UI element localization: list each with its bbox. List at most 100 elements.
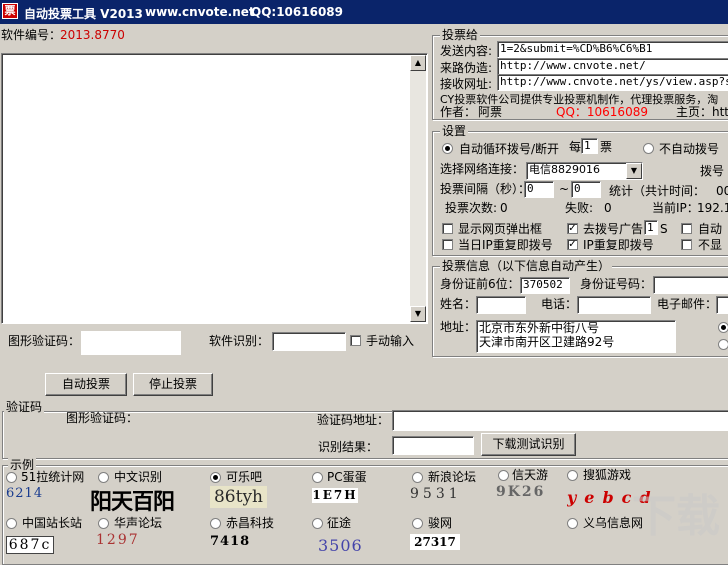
chevron-down-icon[interactable]: ▼	[626, 163, 642, 179]
address-line-2: 天津市南开区卫建路92号	[479, 335, 615, 349]
phone-input[interactable]	[577, 296, 651, 314]
log-textarea[interactable]: ▲ ▼	[1, 53, 428, 324]
example-radio-junwang[interactable]	[412, 518, 423, 529]
scroll-down-icon[interactable]: ▼	[410, 306, 426, 322]
interval-label: 投票间隔（秒）：	[440, 182, 531, 196]
title-bar: 票 自动投票工具 V2013 www.cnvote.net QQ:1061608…	[0, 0, 728, 24]
example-captcha-keleba: 86tyh	[210, 486, 267, 508]
id-first6-input[interactable]: 370502	[520, 277, 570, 294]
manual-input-checkbox[interactable]	[350, 335, 361, 346]
no-right-checkbox[interactable]	[681, 239, 692, 250]
show-popup-checkbox[interactable]	[442, 223, 453, 234]
captcha-result-label: 识别结果：	[318, 440, 379, 454]
network-select[interactable]: 电信8829016 ▼	[526, 162, 643, 180]
example-radio-51la[interactable]	[6, 472, 17, 483]
email-input[interactable]	[716, 296, 728, 314]
interval-from-input[interactable]: 0	[524, 181, 554, 198]
example-label-chichang: 赤昌科技	[226, 516, 275, 530]
id-number-label: 身份证号码：	[580, 277, 653, 291]
example-radio-chinaz[interactable]	[6, 518, 17, 529]
network-label: 选择网络连接：	[440, 162, 525, 176]
ip-repeat-checkbox[interactable]: ✓	[567, 239, 578, 250]
image-captcha-label: 图形验证码：	[8, 334, 81, 348]
same-day-ip-checkbox[interactable]	[442, 239, 453, 250]
address-line-1: 北京市东外新中街八号	[479, 321, 600, 335]
homepage-label: 主页：	[676, 105, 713, 119]
author-label: 作者：	[440, 105, 477, 119]
download-test-button[interactable]: 下载测试识别	[481, 433, 576, 456]
software-recog-label: 软件识别：	[209, 334, 270, 348]
current-ip-value: 192.1	[697, 201, 728, 215]
network-select-value: 电信8829016	[529, 163, 600, 176]
name-input[interactable]	[476, 296, 526, 314]
ads-seconds-input[interactable]: 1	[644, 220, 658, 235]
example-radio-pcdandan[interactable]	[312, 472, 323, 483]
dial-label: 拨号	[700, 164, 725, 178]
auto-right-label: 自动	[698, 222, 723, 236]
captcha-image	[81, 331, 181, 355]
example-radio-chinese[interactable]	[98, 472, 109, 483]
example-radio-yiwu[interactable]	[567, 518, 578, 529]
example-label-junwang: 骏网	[428, 516, 453, 530]
address-label: 地址：	[440, 320, 477, 334]
interval-tilde: ~	[559, 182, 570, 196]
example-radio-chichang[interactable]	[210, 518, 221, 529]
example-radio-zhengtu[interactable]	[312, 518, 323, 529]
manual-input-label: 手动输入	[366, 334, 415, 348]
example-captcha-zhengtu: 3506	[318, 536, 363, 555]
captcha-result-input[interactable]	[392, 436, 474, 455]
auto-vote-button[interactable]: 自动投票	[45, 373, 127, 396]
example-radio-keleba[interactable]	[210, 472, 221, 483]
example-captcha-pcdandan: 1E7H	[312, 488, 358, 503]
log-scrollbar[interactable]: ▲ ▼	[410, 55, 426, 322]
vote-count-value: 0	[500, 201, 508, 215]
example-captcha-huasheng: 1297	[96, 532, 140, 548]
send-content-input[interactable]: 1=2&submit=%CD%B6%C6%B1	[497, 41, 728, 58]
ip-repeat-label: IP重复即拨号	[583, 238, 654, 252]
example-label-chinese: 中文识别	[114, 470, 163, 484]
id-number-input[interactable]	[653, 276, 728, 294]
no-auto-dial-label: 不自动拨号	[659, 142, 720, 156]
interval-to-input[interactable]: 0	[571, 181, 601, 198]
example-label-xintianyou: 信天游	[512, 468, 549, 482]
vote-target-title: 投票给	[440, 28, 481, 42]
auto-dial-radio[interactable]	[442, 143, 453, 154]
example-radio-sohu[interactable]	[567, 470, 578, 481]
votes-unit-label: 票	[600, 140, 613, 154]
address-radio-2[interactable]	[718, 339, 728, 350]
referer-input[interactable]: http://www.cnvote.net/	[497, 58, 728, 75]
every-input[interactable]: 1	[581, 138, 598, 154]
example-label-pcdandan: PC蛋蛋	[327, 470, 367, 484]
settings-title: 设置	[440, 124, 469, 138]
fail-value: 0	[604, 201, 612, 215]
referer-label: 来路伪造:	[440, 61, 493, 75]
address-radio-1[interactable]	[718, 322, 728, 333]
homepage-link[interactable]: htt	[712, 105, 728, 119]
stats-label: 统计（共计时间：	[609, 184, 706, 198]
stop-vote-button[interactable]: 停止投票	[133, 373, 213, 396]
example-label-51la: 51拉统计网	[21, 470, 85, 484]
stats-value: 00	[716, 184, 728, 198]
address-textarea[interactable]: 北京市东外新中街八号 天津市南开区卫建路92号	[476, 320, 676, 353]
vote-info-title: 投票信息（以下信息自动产生）	[440, 259, 613, 273]
example-label-sohu: 搜狐游戏	[583, 468, 632, 482]
phone-label: 电话：	[541, 297, 578, 311]
id-first6-label: 身份证前6位：	[440, 277, 520, 291]
remove-ads-checkbox[interactable]: ✓	[567, 223, 578, 234]
no-auto-dial-radio[interactable]	[643, 143, 654, 154]
auto-right-checkbox[interactable]	[681, 223, 692, 234]
watermark-text: 下载	[632, 491, 720, 542]
software-recog-input[interactable]	[272, 332, 346, 351]
receive-url-input[interactable]: http://www.cnvote.net/ys/view.asp?sid=	[497, 74, 728, 91]
captcha-group-title: 验证码	[4, 400, 45, 414]
example-radio-xintianyou[interactable]	[498, 470, 509, 481]
example-radio-huasheng[interactable]	[98, 518, 109, 529]
example-radio-sina[interactable]	[412, 472, 423, 483]
scroll-up-icon[interactable]: ▲	[410, 55, 426, 71]
example-captcha-sina: 9531	[410, 486, 462, 502]
example-captcha-junwang: 27317	[410, 534, 460, 550]
example-captcha-51la: 6214	[6, 486, 44, 501]
current-ip-label: 当前IP：	[652, 201, 699, 215]
receive-url-label: 接收网址:	[440, 77, 493, 91]
captcha-url-input[interactable]	[392, 410, 728, 431]
